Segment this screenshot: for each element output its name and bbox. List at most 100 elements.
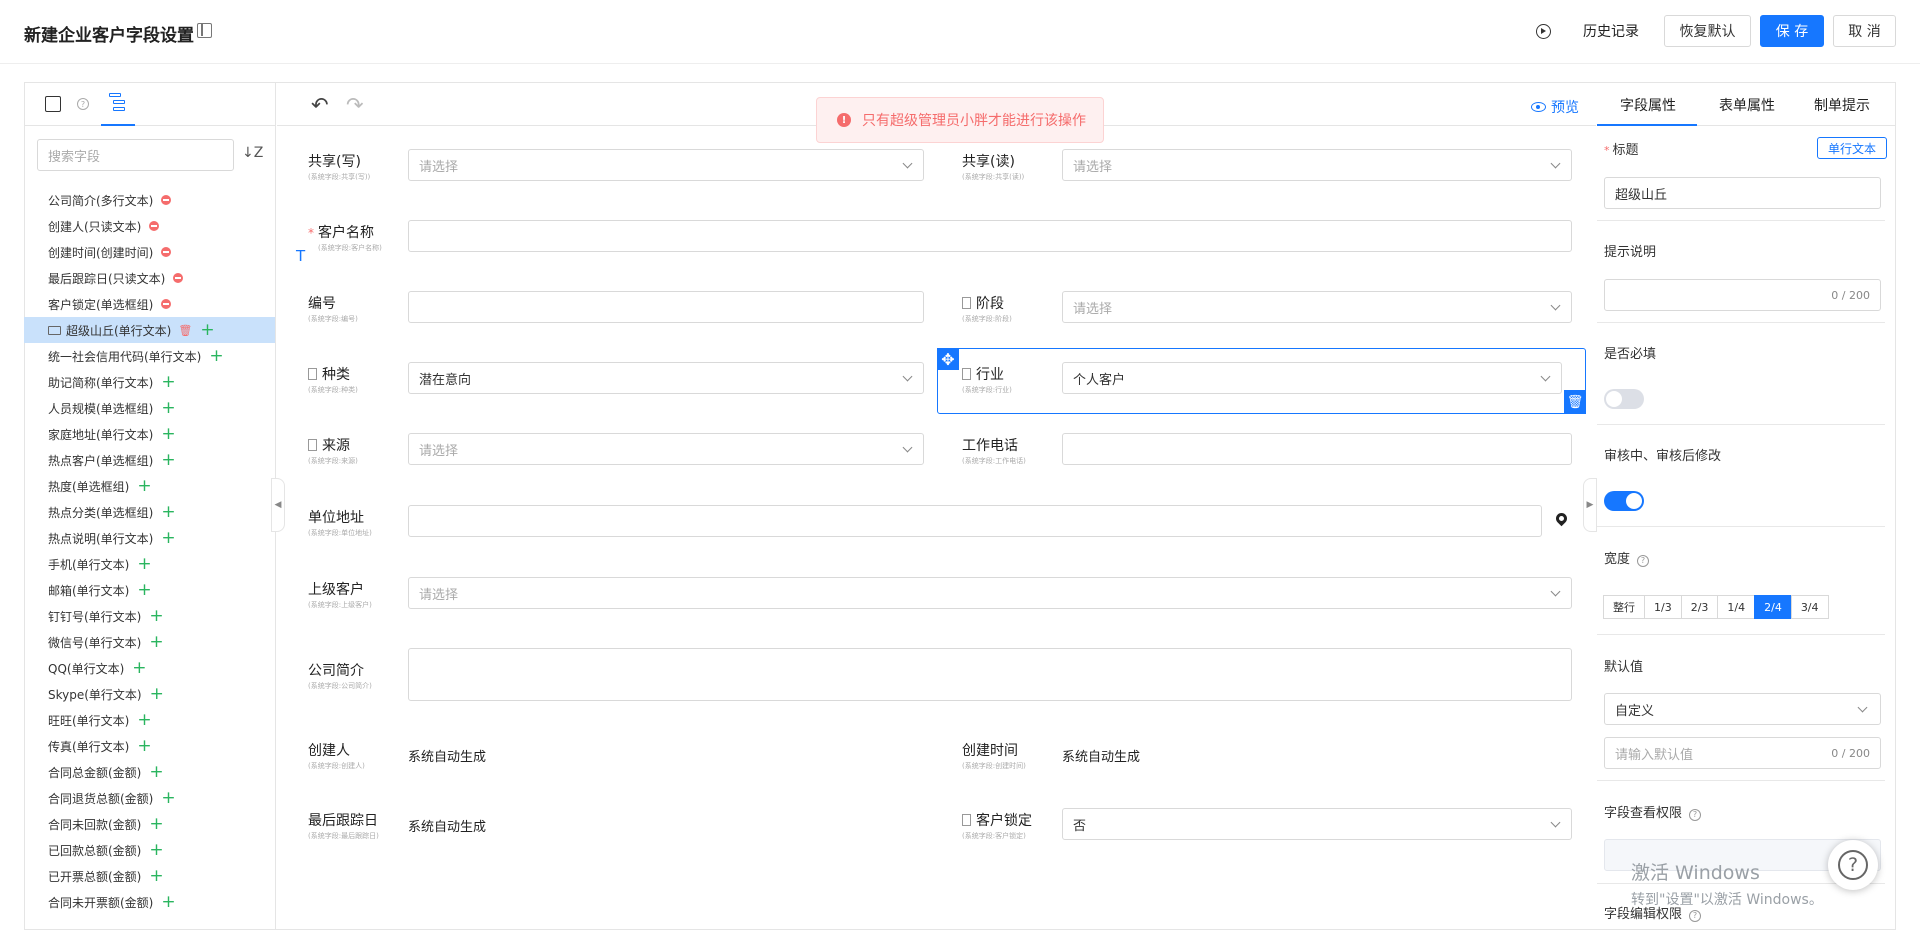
add-icon[interactable]: + xyxy=(137,477,151,495)
add-icon[interactable]: + xyxy=(149,867,163,885)
share-read-select[interactable]: 请选择 xyxy=(1062,149,1572,181)
list-item[interactable]: 人员规模(单选框组) + xyxy=(24,395,275,421)
list-item[interactable]: 合同未开票额(金额) + xyxy=(24,889,275,915)
list-item[interactable]: 助记简称(单行文本) + xyxy=(24,369,275,395)
collapse-left-handle[interactable]: ◀ xyxy=(271,478,285,532)
add-icon[interactable]: + xyxy=(161,893,175,911)
industry-select[interactable]: 个人客户 xyxy=(1062,362,1562,394)
width-option[interactable]: 整行 xyxy=(1603,595,1645,619)
move-icon[interactable]: ✥ xyxy=(937,348,959,370)
add-icon[interactable]: + xyxy=(161,399,175,417)
customer-name-input[interactable] xyxy=(408,220,1572,252)
cube-icon[interactable] xyxy=(45,96,61,112)
required-toggle[interactable] xyxy=(1604,389,1644,409)
remove-icon[interactable] xyxy=(161,247,172,257)
add-icon[interactable]: + xyxy=(161,789,175,807)
list-item[interactable]: 旺旺(单行文本) + xyxy=(24,707,275,733)
list-item[interactable]: 创建人(只读文本) xyxy=(24,213,275,239)
redo-icon[interactable]: ↷ xyxy=(346,93,364,117)
save-button[interactable]: 保 存 xyxy=(1760,15,1824,47)
remove-icon[interactable] xyxy=(161,195,172,205)
list-item[interactable]: QQ(单行文本) + xyxy=(24,655,275,681)
list-item[interactable]: 热点说明(单行文本) + xyxy=(24,525,275,551)
list-item[interactable]: 热度(单选框组) + xyxy=(24,473,275,499)
help-icon[interactable]: ? xyxy=(77,98,89,110)
list-item[interactable]: 超级山丘(单行文本) 🗑 + xyxy=(24,317,275,343)
list-item[interactable]: 统一社会信用代码(单行文本) + xyxy=(24,343,275,369)
layout-icon[interactable] xyxy=(197,23,212,38)
add-icon[interactable]: + xyxy=(161,503,175,521)
edit-after-review-toggle[interactable] xyxy=(1604,491,1644,511)
add-icon[interactable]: + xyxy=(150,685,164,703)
add-icon[interactable]: + xyxy=(137,711,151,729)
add-icon[interactable]: + xyxy=(132,659,146,677)
code-input[interactable] xyxy=(408,291,924,323)
preview-button[interactable]: 预览 xyxy=(1531,97,1579,117)
sort-icon[interactable]: ↓Z xyxy=(242,145,263,161)
add-icon[interactable]: + xyxy=(137,555,151,573)
trash-icon[interactable]: 🗑 xyxy=(1564,390,1586,414)
add-icon[interactable]: + xyxy=(161,425,175,443)
add-icon[interactable]: + xyxy=(161,373,175,391)
stage-select[interactable]: 请选择 xyxy=(1062,291,1572,323)
list-item[interactable]: 合同未回款(金额) + xyxy=(24,811,275,837)
intro-textarea[interactable] xyxy=(408,648,1572,701)
list-item[interactable]: 微信号(单行文本) + xyxy=(24,629,275,655)
tab-form-hints[interactable]: 制单提示 xyxy=(1814,95,1870,115)
hint-input[interactable]: 0 / 200 xyxy=(1604,279,1881,311)
width-option[interactable]: 1/4 xyxy=(1717,595,1756,619)
parent-customer-select[interactable]: 请选择 xyxy=(408,577,1572,609)
add-icon[interactable]: + xyxy=(149,815,163,833)
lock-select[interactable]: 否 xyxy=(1062,808,1572,840)
list-item[interactable]: 邮箱(单行文本) + xyxy=(24,577,275,603)
add-icon[interactable]: + xyxy=(200,321,214,339)
list-item[interactable]: 公司简介(多行文本) xyxy=(24,187,275,213)
collapse-right-handle[interactable]: ▶ xyxy=(1583,478,1597,532)
search-field-input[interactable]: 搜索字段 xyxy=(37,139,234,171)
kind-select[interactable]: 潜在意向 xyxy=(408,362,924,394)
add-icon[interactable]: + xyxy=(149,763,163,781)
add-icon[interactable]: + xyxy=(209,347,223,365)
list-item[interactable]: 手机(单行文本) + xyxy=(24,551,275,577)
list-item[interactable]: 钉钉号(单行文本) + xyxy=(24,603,275,629)
add-icon[interactable]: + xyxy=(137,581,151,599)
default-value-input[interactable]: 请输入默认值 0 / 200 xyxy=(1604,737,1881,769)
list-item[interactable]: 客户锁定(单选框组) xyxy=(24,291,275,317)
list-item[interactable]: 最后跟踪日(只读文本) xyxy=(24,265,275,291)
width-option[interactable]: 1/3 xyxy=(1644,595,1682,619)
play-icon[interactable] xyxy=(1536,24,1551,39)
address-input[interactable] xyxy=(408,505,1542,537)
list-item[interactable]: 已开票总额(金额) + xyxy=(24,863,275,889)
list-item[interactable]: 热点分类(单选框组) + xyxy=(24,499,275,525)
add-icon[interactable]: + xyxy=(149,607,163,625)
list-item[interactable]: 热点客户(单选框组) + xyxy=(24,447,275,473)
list-item[interactable]: 合同总金额(金额) + xyxy=(24,759,275,785)
list-item[interactable]: 传真(单行文本) + xyxy=(24,733,275,759)
add-icon[interactable]: + xyxy=(161,529,175,547)
add-icon[interactable]: + xyxy=(137,737,151,755)
title-input[interactable]: 超级山丘 xyxy=(1604,177,1881,209)
default-type-select[interactable]: 自定义 xyxy=(1604,693,1881,725)
cancel-button[interactable]: 取 消 xyxy=(1833,15,1896,47)
share-write-select[interactable]: 请选择 xyxy=(408,149,924,181)
remove-icon[interactable] xyxy=(161,299,172,309)
width-option[interactable]: 3/4 xyxy=(1790,595,1829,619)
list-item[interactable]: 创建时间(创建时间) xyxy=(24,239,275,265)
list-item[interactable]: Skype(单行文本) + xyxy=(24,681,275,707)
history-link[interactable]: 历史记录 xyxy=(1583,21,1639,41)
trash-icon[interactable]: 🗑 xyxy=(178,324,192,337)
width-option[interactable]: 2/4 xyxy=(1754,595,1792,619)
list-item[interactable]: 家庭地址(单行文本) + xyxy=(24,421,275,447)
source-select[interactable]: 请选择 xyxy=(408,433,924,465)
list-item[interactable]: 合同退货总额(金额) + xyxy=(24,785,275,811)
undo-icon[interactable]: ↶ xyxy=(311,93,329,117)
tab-field-props[interactable]: 字段属性 xyxy=(1620,95,1676,115)
help-fab-button[interactable]: ? xyxy=(1828,840,1878,890)
tab-form-props[interactable]: 表单属性 xyxy=(1719,95,1775,115)
add-icon[interactable]: + xyxy=(149,633,163,651)
remove-icon[interactable] xyxy=(173,273,184,283)
list-item[interactable]: 已回款总额(金额) + xyxy=(24,837,275,863)
tree-icon[interactable] xyxy=(109,93,127,113)
remove-icon[interactable] xyxy=(149,221,160,231)
add-icon[interactable]: + xyxy=(149,841,163,859)
